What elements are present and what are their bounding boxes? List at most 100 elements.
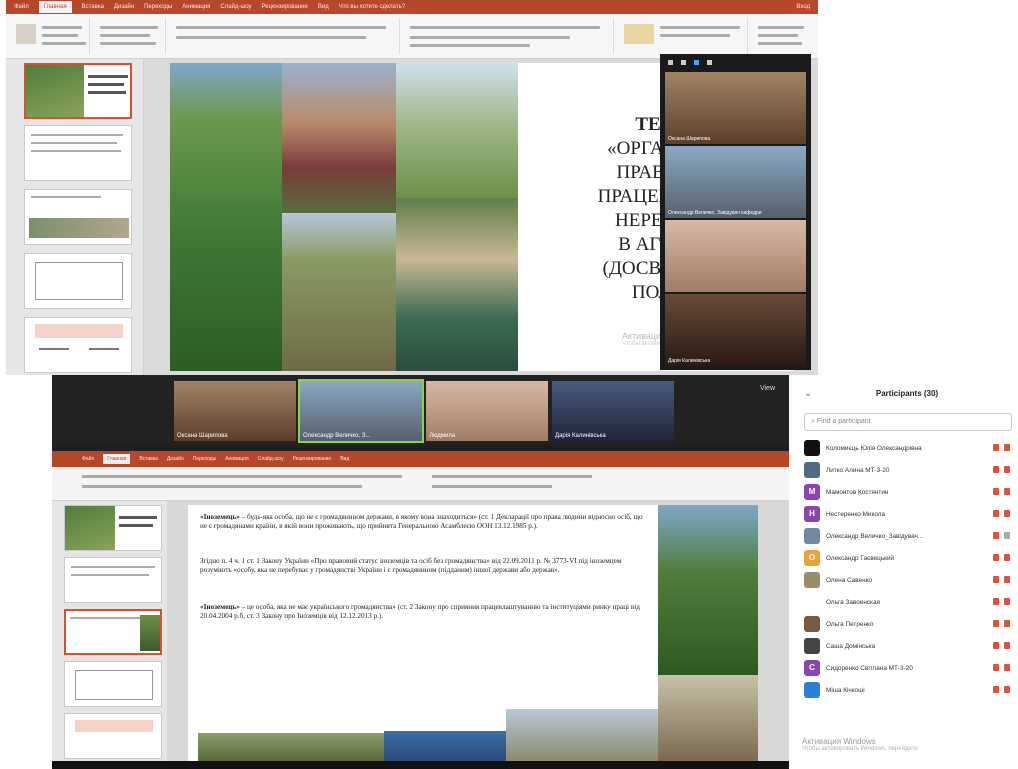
tab-view[interactable]: Вид — [318, 4, 329, 10]
shared-slide-thumb-1 — [64, 505, 162, 551]
paragraph-group[interactable] — [404, 18, 614, 54]
produce-sacks-photo — [396, 198, 518, 371]
shared-tab-animation: Анимация — [225, 456, 249, 462]
tab-animation[interactable]: Анимация — [182, 4, 210, 10]
strip-video-tile-2[interactable]: Олександр Величко, З... — [298, 379, 424, 443]
tab-insert[interactable]: Вставка — [82, 4, 104, 10]
video-off-icon — [1004, 576, 1010, 583]
shared-tab-review: Рецензирование — [292, 456, 332, 462]
video-tile-4[interactable]: Дарія Калинівська — [665, 294, 806, 366]
participant-row[interactable]: С Сидоренко Світлана МТ-3-20 — [796, 657, 1018, 679]
slide-thumbnail-4[interactable] — [24, 253, 132, 309]
tab-design[interactable]: Дизайн — [114, 4, 134, 10]
participant-row[interactable]: М Мамонтов Костянтин — [796, 481, 1018, 503]
tab-slideshow[interactable]: Слайд-шоу — [220, 4, 251, 10]
participant-status-icons — [993, 466, 1010, 473]
muted-mic-icon — [993, 532, 999, 539]
strip-video-tile-1[interactable]: Оксана Шарипова — [174, 381, 296, 441]
participant-status-icons — [993, 510, 1010, 517]
participant-row[interactable]: Олександр Величко_Завідувач... — [796, 525, 1018, 547]
group-workers-photo — [658, 675, 758, 761]
participant-search-input[interactable]: ⌕ Find a participant — [804, 413, 1012, 431]
speaker-view-icon[interactable] — [694, 59, 699, 65]
participant-status-icons — [993, 642, 1010, 649]
participant-row[interactable]: Саша Домінська — [796, 635, 1018, 657]
slides-group[interactable] — [94, 18, 166, 54]
participant-row[interactable]: Ольга Завоенская — [796, 591, 1018, 613]
shared-tab-slideshow: Слайд-шоу — [257, 456, 284, 462]
zoom-floating-video-panel[interactable]: Оксана Шарипова Олександр Величко, Завід… — [660, 54, 811, 370]
participant-row[interactable]: Олена Савенко — [796, 569, 1018, 591]
video-off-icon — [1004, 642, 1010, 649]
restore-icon[interactable] — [681, 59, 686, 65]
slide-thumbnail-pane — [6, 59, 144, 375]
participants-title: Participants (30) — [875, 388, 939, 398]
video-off-icon — [1004, 466, 1010, 473]
participant-row[interactable]: Коломиєць Юлія Олександрівна — [796, 437, 1018, 459]
font-group[interactable] — [170, 18, 400, 54]
zoom-panel-controls[interactable] — [660, 54, 811, 70]
shared-screen: Файл Главная Вставка Дизайн Переходы Ани… — [52, 451, 789, 761]
strip-video-tile-4[interactable]: Дарія Калинівська — [552, 381, 674, 441]
participant-status-icons — [993, 576, 1010, 583]
participant-name: Міша Кічкоші — [826, 686, 865, 694]
avatar — [804, 572, 820, 588]
shared-thumbnail-pane — [52, 501, 167, 761]
avatar: Н — [804, 506, 820, 522]
participant-row[interactable]: Литко Алина МТ-3-20 — [796, 459, 1018, 481]
tab-file[interactable]: Файл — [14, 4, 29, 10]
shared-slide-thumb-5 — [64, 713, 162, 759]
slide-thumbnail-3[interactable] — [24, 189, 132, 245]
participant-status-icons — [993, 532, 1010, 539]
avatar — [804, 440, 820, 456]
participant-name: Литко Алина МТ-3-20 — [826, 466, 890, 474]
definition-paragraph-3: «Іноземець» – це особа, яка не має украї… — [200, 603, 640, 620]
shared-tab-file: Файл — [82, 456, 95, 462]
shared-slide-definitions: «Іноземець» – будь-яка особа, що не є гр… — [188, 505, 758, 761]
video-tile-2[interactable]: Олександр Величко, Завідувач кафедри — [665, 146, 806, 218]
participant-name: Олена Савенко — [826, 576, 873, 584]
muted-mic-icon — [993, 664, 999, 671]
gallery-view-icon[interactable] — [707, 59, 712, 65]
participant-list: Коломиєць Юлія Олександрівна Литко Алина … — [796, 437, 1018, 701]
participant-name: Нестеренко Микола — [826, 510, 886, 518]
slide-thumbnail-1[interactable] — [24, 63, 132, 119]
slide-thumbnail-5[interactable] — [24, 317, 132, 373]
participant-row[interactable]: Міша Кічкоші — [796, 679, 1018, 701]
team-photo — [384, 731, 506, 761]
participant-row[interactable]: Н Нестеренко Микола — [796, 503, 1018, 525]
clipboard-group[interactable] — [10, 18, 90, 54]
muted-mic-icon — [993, 620, 999, 627]
avatar: М — [804, 484, 820, 500]
video-tile-1[interactable]: Оксана Шарипова — [665, 72, 806, 144]
tab-transitions[interactable]: Переходы — [144, 4, 172, 10]
avatar — [804, 638, 820, 654]
tab-review[interactable]: Рецензирование — [262, 4, 308, 10]
video-tile-3[interactable] — [665, 220, 806, 292]
participant-status-icons — [993, 488, 1010, 495]
minimize-icon[interactable] — [668, 59, 673, 65]
shared-ribbon-toolbar — [52, 467, 789, 501]
muted-mic-icon — [993, 686, 999, 693]
strip-video-tile-3[interactable]: Людмила — [426, 381, 548, 441]
participant-status-icons — [993, 554, 1010, 561]
collapse-chevron-icon[interactable]: ⌄ — [804, 388, 812, 399]
avatar — [804, 462, 820, 478]
sign-in-link[interactable]: Вход — [796, 4, 810, 10]
muted-mic-icon — [993, 554, 999, 561]
tell-me-search[interactable]: Что вы хотите сделать? — [339, 4, 405, 10]
drawing-group[interactable] — [618, 18, 748, 54]
tab-home[interactable]: Главная — [38, 1, 72, 13]
participant-row[interactable]: О Олександр Гаєвецький — [796, 547, 1018, 569]
shared-tab-transitions: Переходы — [192, 456, 217, 462]
slide-thumbnail-2[interactable] — [24, 125, 132, 181]
video-strip: Оксана Шарипова Олександр Величко, З... … — [52, 375, 789, 445]
participant-name: Олександр Величко_Завідувач... — [826, 532, 924, 540]
cattle-photo — [198, 733, 384, 761]
shared-slide-thumb-4 — [64, 661, 162, 707]
view-button[interactable]: View — [760, 385, 775, 392]
participant-row[interactable]: Ольга Петренко — [796, 613, 1018, 635]
editing-group[interactable] — [752, 18, 812, 54]
ribbon-tab-bar: Файл Главная Вставка Дизайн Переходы Ани… — [6, 0, 818, 14]
participant-status-icons — [993, 598, 1010, 605]
